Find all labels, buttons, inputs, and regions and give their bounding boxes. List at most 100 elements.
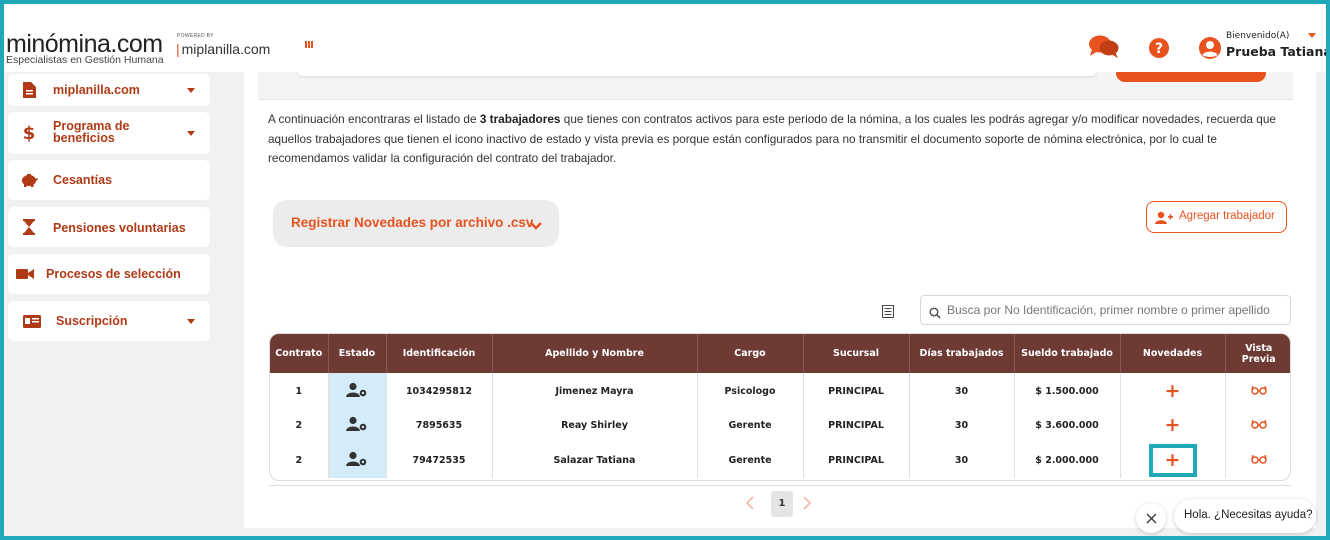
powered-by-label: POWERED BY — [177, 33, 214, 39]
chevron-down-icon — [187, 318, 195, 324]
sidebar-item-suscripcion[interactable]: Suscripción — [8, 301, 210, 341]
menu-toggle-icon[interactable] — [305, 41, 314, 48]
add-novedad-button-highlighted[interactable]: + — [1148, 444, 1197, 477]
cell-dias: 30 — [909, 408, 1015, 443]
glasses-icon[interactable] — [1251, 419, 1267, 429]
intro-text: A continuación encontraras el listado de… — [268, 110, 1293, 169]
csv-upload-label: Registrar Novedades por archivo .csv — [291, 215, 534, 230]
sidebar-item-beneficios[interactable]: $ Programa de beneficios — [8, 112, 210, 154]
cell-identificacion: 7895635 — [386, 408, 493, 443]
search-box — [920, 295, 1291, 325]
col-header-dias: Días trabajados — [909, 334, 1015, 373]
video-camera-icon — [16, 265, 34, 283]
add-worker-label: Agregar trabajador — [1179, 210, 1275, 222]
chat-close-button[interactable] — [1136, 503, 1166, 533]
cell-vista-previa — [1225, 373, 1290, 408]
table-row: 1 1034295812 Jimenez Mayra Psicologo PRI… — [270, 373, 1290, 408]
sidebar-item-label: miplanilla.com — [53, 83, 140, 97]
document-icon — [20, 81, 38, 99]
user-settings-icon[interactable] — [346, 451, 368, 467]
glasses-icon[interactable] — [1251, 454, 1267, 464]
pagination-prev-icon[interactable] — [745, 495, 755, 515]
svg-text:$: $ — [23, 123, 36, 143]
status-cell — [328, 443, 387, 478]
user-avatar-icon — [1199, 37, 1221, 59]
col-header-vista-previa: Vista Previa — [1225, 334, 1290, 373]
col-header-estado: Estado — [328, 334, 387, 373]
cell-dias: 30 — [909, 443, 1015, 478]
col-header-identificacion: Identificación — [386, 334, 493, 373]
cell-nombre: Jimenez Mayra — [492, 373, 698, 408]
add-user-icon — [1155, 210, 1173, 229]
cell-vista-previa — [1225, 408, 1290, 443]
welcome-label: Bienvenido(A) — [1226, 31, 1290, 41]
header-line: Previa — [1241, 353, 1276, 365]
top-header: minómina.com Especialistas en Gestión Hu… — [0, 0, 1330, 72]
sidebar-item-cesantias[interactable]: Cesantías — [8, 160, 210, 200]
cell-contrato: 1 — [270, 373, 329, 408]
chevron-down-icon[interactable] — [1308, 33, 1316, 38]
export-excel-icon[interactable] — [882, 303, 894, 322]
powered-by-brand: | miplanilla.com — [176, 41, 271, 57]
cell-sueldo: $ 1.500.000 — [1014, 373, 1121, 408]
cell-cargo: Gerente — [697, 443, 804, 478]
table-divider — [269, 485, 1291, 486]
cell-novedades: + — [1120, 373, 1226, 408]
cell-nombre: Salazar Tatiana — [492, 443, 698, 478]
col-header-contrato: Contrato — [270, 334, 329, 373]
powered-by-brand-text: miplanilla.com — [181, 41, 271, 57]
cell-vista-previa — [1225, 443, 1290, 478]
cell-sucursal: PRINCIPAL — [803, 443, 910, 478]
id-card-icon — [23, 312, 41, 330]
add-worker-button[interactable]: Agregar trabajador — [1146, 201, 1287, 233]
intro-text-start: A continuación encontraras el listado de — [268, 112, 480, 126]
sidebar-item-miplanilla[interactable]: miplanilla.com — [8, 74, 210, 106]
chat-help-bubble[interactable]: Hola. ¿Necesitas ayuda? — [1174, 499, 1316, 533]
cell-identificacion: 79472535 — [386, 443, 493, 478]
sidebar-item-procesos[interactable]: Procesos de selección — [8, 254, 210, 294]
cell-dias: 30 — [909, 373, 1015, 408]
col-header-sueldo: Sueldo trabajado — [1014, 334, 1121, 373]
chevron-down-icon — [187, 130, 195, 136]
cell-cargo: Psicologo — [697, 373, 804, 408]
user-settings-icon[interactable] — [346, 382, 368, 398]
col-header-novedades: Novedades — [1120, 334, 1226, 373]
chat-help-text: Hola. ¿Necesitas ayuda? — [1184, 509, 1313, 521]
search-input[interactable] — [947, 300, 1285, 320]
status-cell — [328, 408, 387, 443]
col-header-cargo: Cargo — [697, 334, 804, 373]
table-header-row: Contrato Estado Identificación Apellido … — [270, 334, 1290, 373]
csv-upload-button[interactable]: Registrar Novedades por archivo .csv — [273, 200, 559, 247]
pagination-next-icon[interactable] — [802, 495, 812, 515]
add-novedad-button[interactable]: + — [1165, 414, 1181, 436]
table-row: 2 7895635 Reay Shirley Gerente PRINCIPAL… — [270, 408, 1290, 443]
sidebar-item-pensiones[interactable]: Pensiones voluntarias — [8, 207, 210, 247]
chat-icon[interactable] — [1088, 34, 1120, 64]
close-icon — [1146, 513, 1156, 523]
logo-tagline: Especialistas en Gestión Humana — [6, 54, 164, 66]
chevron-down-icon — [187, 87, 195, 93]
help-icon[interactable]: ? — [1148, 37, 1170, 63]
status-cell — [328, 373, 387, 408]
intro-worker-count: 3 trabajadores — [479, 112, 561, 126]
col-header-sucursal: Sucursal — [803, 334, 910, 373]
glasses-icon[interactable] — [1251, 385, 1267, 395]
cell-nombre: Reay Shirley — [492, 408, 698, 443]
piggy-bank-icon — [20, 171, 38, 189]
table-row: 2 79472535 Salazar Tatiana Gerente PRINC… — [270, 443, 1290, 478]
hourglass-icon — [20, 218, 38, 236]
svg-text:?: ? — [1155, 41, 1163, 57]
cell-identificacion: 1034295812 — [386, 373, 493, 408]
header-line: Vista — [1245, 342, 1273, 354]
cell-contrato: 2 — [270, 443, 329, 478]
pagination-page[interactable]: 1 — [771, 491, 793, 517]
cell-novedades: + — [1120, 408, 1226, 443]
cell-cargo: Gerente — [697, 408, 804, 443]
chevron-down-icon — [529, 216, 543, 235]
sidebar-item-label: Procesos de selección — [46, 267, 181, 281]
cell-sueldo: $ 3.600.000 — [1014, 408, 1121, 443]
sidebar-item-label: Pensiones voluntarias — [53, 221, 186, 235]
cell-sueldo: $ 2.000.000 — [1014, 443, 1121, 478]
user-settings-icon[interactable] — [346, 416, 368, 432]
add-novedad-button[interactable]: + — [1165, 380, 1181, 402]
